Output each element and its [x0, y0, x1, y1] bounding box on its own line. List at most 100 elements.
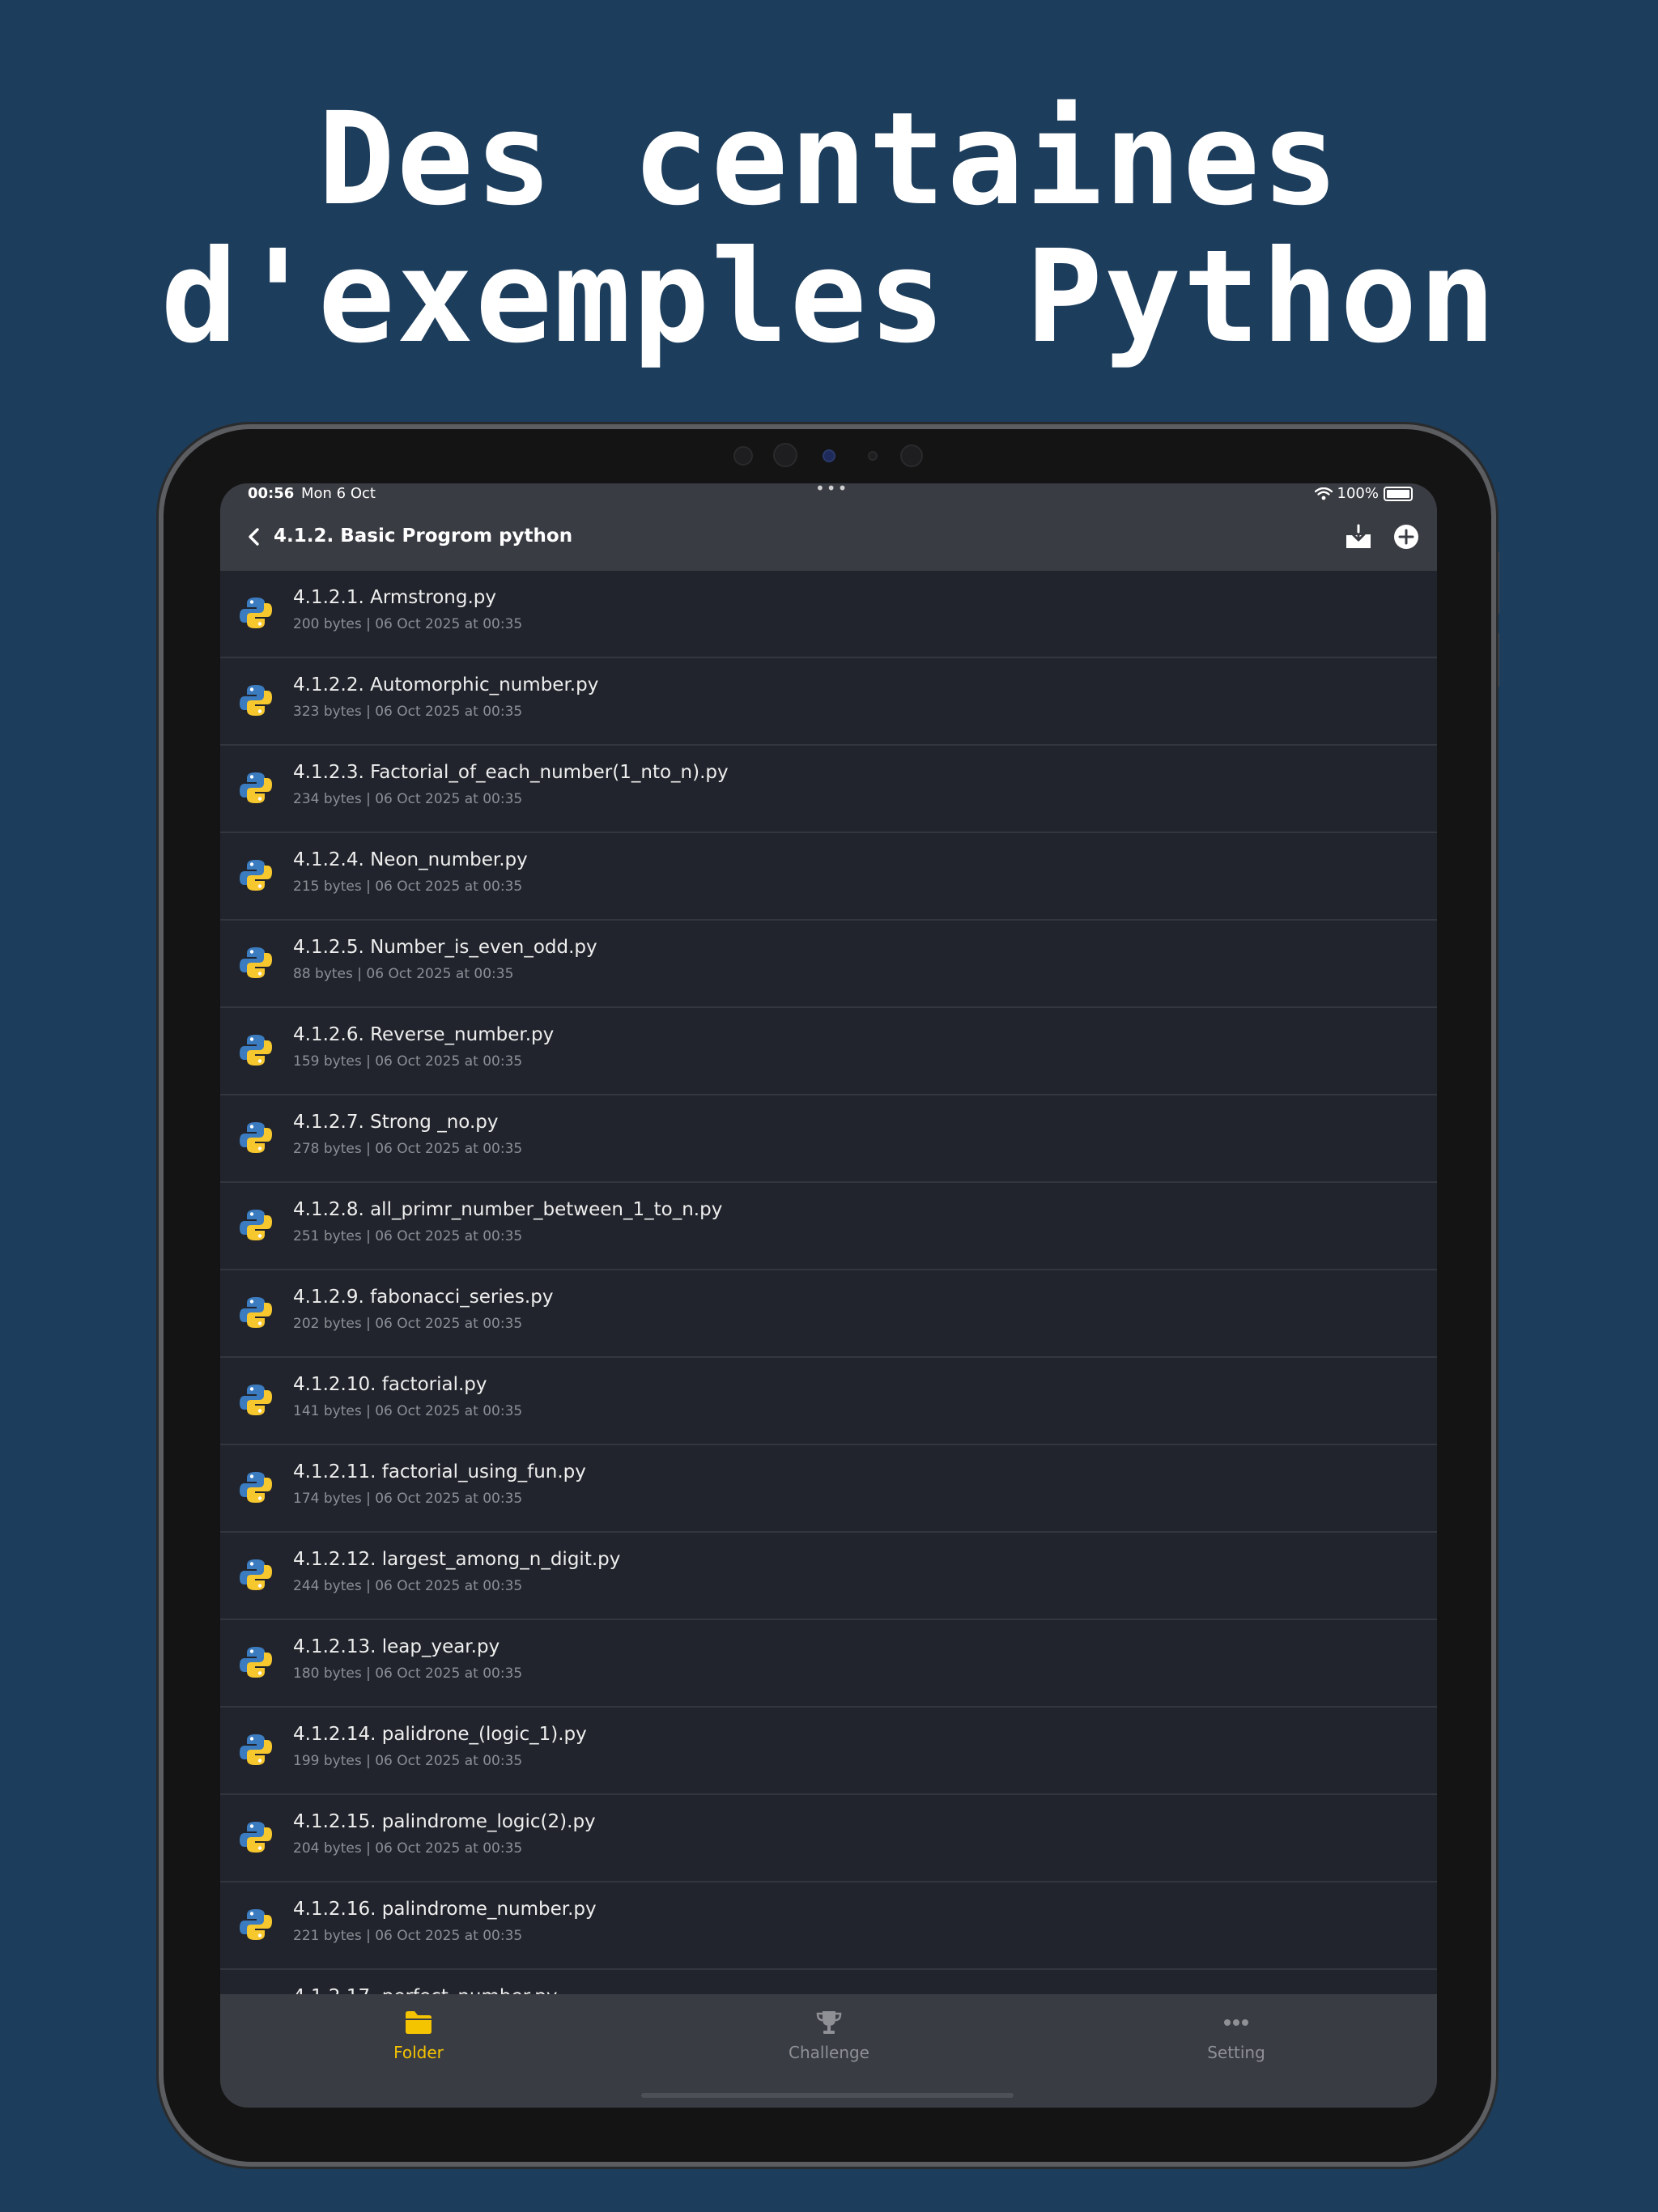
file-meta: 88 bytes | 06 Oct 2025 at 00:35 — [293, 966, 514, 982]
file-list: 4.1.2.1. Armstrong.py 200 bytes | 06 Oct … — [220, 571, 1437, 2057]
tab-bar: Folder Challenge Setting — [220, 1994, 1437, 2108]
device-volume-down-button — [1491, 632, 1499, 688]
status-indicators: 100% — [1314, 485, 1413, 502]
python-file-icon — [238, 1295, 274, 1330]
tab-setting-label: Setting — [1207, 2043, 1265, 2062]
file-meta: 251 bytes | 06 Oct 2025 at 00:35 — [293, 1228, 523, 1244]
file-name: 4.1.2.13. leap_year.py — [293, 1636, 500, 1657]
status-date: Mon 6 Oct — [301, 485, 376, 502]
tab-folder-label: Folder — [393, 2043, 444, 2062]
file-meta: 141 bytes | 06 Oct 2025 at 00:35 — [293, 1403, 523, 1419]
file-name: 4.1.2.6. Reverse_number.py — [293, 1024, 555, 1045]
python-file-icon — [238, 1382, 274, 1418]
file-meta: 180 bytes | 06 Oct 2025 at 00:35 — [293, 1665, 523, 1682]
file-row[interactable]: 4.1.2.14. palidrone_(logic_1).py 199 byte… — [220, 1708, 1437, 1795]
sensor-dot — [868, 451, 878, 461]
file-meta: 199 bytes | 06 Oct 2025 at 00:35 — [293, 1753, 523, 1769]
headline-line-1: Des centaines — [317, 85, 1341, 234]
app-screen: 00:56 Mon 6 Oct ••• 100% 4.1.2. Basic Pr… — [220, 483, 1437, 2108]
file-name: 4.1.2.11. factorial_using_fun.py — [293, 1461, 586, 1482]
plus-circle-icon[interactable] — [1392, 522, 1421, 551]
file-row[interactable]: 4.1.2.2. Automorphic_number.py 323 bytes … — [220, 658, 1437, 746]
file-meta: 323 bytes | 06 Oct 2025 at 00:35 — [293, 704, 523, 720]
file-name: 4.1.2.9. fabonacci_series.py — [293, 1287, 554, 1308]
file-name: 4.1.2.14. palidrone_(logic_1).py — [293, 1724, 587, 1745]
file-name: 4.1.2.12. largest_among_n_digit.py — [293, 1549, 621, 1570]
sensor-dot — [733, 446, 753, 466]
camera-indicator — [823, 449, 835, 462]
file-row[interactable]: 4.1.2.8. all_primr_number_between_1_to_n… — [220, 1183, 1437, 1270]
python-file-icon — [238, 770, 274, 806]
file-row[interactable]: 4.1.2.15. palindrome_logic(2).py 204 byte… — [220, 1795, 1437, 1882]
folder-icon — [406, 2011, 432, 2034]
python-file-icon — [238, 1032, 274, 1068]
device-volume-up-button — [1491, 551, 1499, 615]
file-meta: 234 bytes | 06 Oct 2025 at 00:35 — [293, 791, 523, 807]
python-file-icon — [238, 1557, 274, 1593]
python-file-icon — [238, 945, 274, 981]
status-time: 00:56 — [248, 485, 295, 502]
file-row[interactable]: 4.1.2.4. Neon_number.py 215 bytes | 06 Oc… — [220, 833, 1437, 921]
file-meta: 244 bytes | 06 Oct 2025 at 00:35 — [293, 1578, 523, 1594]
file-row[interactable]: 4.1.2.11. factorial_using_fun.py 174 byte… — [220, 1445, 1437, 1533]
headline-line-2: d'exemples Python — [160, 223, 1498, 372]
file-name: 4.1.2.7. Strong _no.py — [293, 1112, 499, 1133]
python-file-icon — [238, 1207, 274, 1243]
file-row[interactable]: 4.1.2.10. factorial.py 141 bytes | 06 Oct… — [220, 1358, 1437, 1445]
file-row[interactable]: 4.1.2.9. fabonacci_series.py 202 bytes | … — [220, 1270, 1437, 1358]
file-meta: 215 bytes | 06 Oct 2025 at 00:35 — [293, 878, 523, 895]
python-file-icon — [238, 683, 274, 718]
file-row[interactable]: 4.1.2.7. Strong _no.py 278 bytes | 06 Oct… — [220, 1095, 1437, 1183]
battery-icon — [1384, 486, 1413, 501]
file-meta: 200 bytes | 06 Oct 2025 at 00:35 — [293, 616, 523, 632]
file-row[interactable]: 4.1.2.16. palindrome_number.py 221 bytes … — [220, 1882, 1437, 1970]
file-name: 4.1.2.15. palindrome_logic(2).py — [293, 1811, 596, 1832]
headline: Des centaines d'exemples Python — [0, 91, 1658, 366]
tab-folder[interactable]: Folder — [297, 2009, 540, 2062]
file-name: 4.1.2.8. all_primr_number_between_1_to_n… — [293, 1199, 723, 1220]
file-name: 4.1.2.4. Neon_number.py — [293, 849, 528, 870]
sensor-dot — [900, 445, 923, 467]
python-file-icon — [238, 857, 274, 893]
file-name: 4.1.2.1. Armstrong.py — [293, 587, 497, 608]
file-name: 4.1.2.2. Automorphic_number.py — [293, 674, 599, 696]
file-row[interactable]: 4.1.2.13. leap_year.py 180 bytes | 06 Oct… — [220, 1620, 1437, 1708]
file-name: 4.1.2.5. Number_is_even_odd.py — [293, 937, 597, 958]
multitasking-dots-icon[interactable]: ••• — [815, 483, 848, 498]
tab-challenge-label: Challenge — [789, 2043, 869, 2062]
camera-lens — [773, 443, 797, 467]
python-file-icon — [238, 1819, 274, 1855]
python-file-icon — [238, 595, 274, 631]
file-meta: 202 bytes | 06 Oct 2025 at 00:35 — [293, 1316, 523, 1332]
camera-array — [0, 441, 1658, 470]
battery-percentage: 100% — [1337, 485, 1379, 502]
home-indicator[interactable] — [641, 2093, 1014, 2098]
file-row[interactable]: 4.1.2.3. Factorial_of_each_number(1_nto_… — [220, 746, 1437, 833]
file-meta: 221 bytes | 06 Oct 2025 at 00:35 — [293, 1928, 523, 1944]
python-file-icon — [238, 1120, 274, 1155]
tab-challenge[interactable]: Challenge — [708, 2009, 950, 2062]
file-row[interactable]: 4.1.2.1. Armstrong.py 200 bytes | 06 Oct … — [220, 571, 1437, 658]
python-file-icon — [238, 1732, 274, 1767]
download-tray-icon[interactable] — [1344, 522, 1373, 551]
chevron-left-icon[interactable] — [240, 522, 269, 551]
file-row[interactable]: 4.1.2.12. largest_among_n_digit.py 244 by… — [220, 1533, 1437, 1620]
wifi-icon — [1314, 487, 1333, 500]
navigation-bar: 4.1.2. Basic Progrom python — [220, 506, 1437, 571]
file-meta: 204 bytes | 06 Oct 2025 at 00:35 — [293, 1840, 523, 1857]
page-title: 4.1.2. Basic Progrom python — [274, 525, 573, 547]
tab-setting[interactable]: Setting — [1115, 2009, 1358, 2062]
file-name: 4.1.2.3. Factorial_of_each_number(1_nto_… — [293, 762, 729, 783]
status-bar: 00:56 Mon 6 Oct ••• 100% — [220, 483, 1437, 506]
python-file-icon — [238, 1470, 274, 1505]
file-name: 4.1.2.16. palindrome_number.py — [293, 1899, 597, 1920]
file-row[interactable]: 4.1.2.5. Number_is_even_odd.py 88 bytes |… — [220, 921, 1437, 1008]
python-file-icon — [238, 1907, 274, 1942]
file-meta: 159 bytes | 06 Oct 2025 at 00:35 — [293, 1053, 523, 1070]
file-meta: 174 bytes | 06 Oct 2025 at 00:35 — [293, 1491, 523, 1507]
file-row[interactable]: 4.1.2.6. Reverse_number.py 159 bytes | 06… — [220, 1008, 1437, 1095]
file-meta: 278 bytes | 06 Oct 2025 at 00:35 — [293, 1141, 523, 1157]
python-file-icon — [238, 1644, 274, 1680]
trophy-icon — [816, 2011, 842, 2034]
file-name: 4.1.2.10. factorial.py — [293, 1374, 487, 1395]
